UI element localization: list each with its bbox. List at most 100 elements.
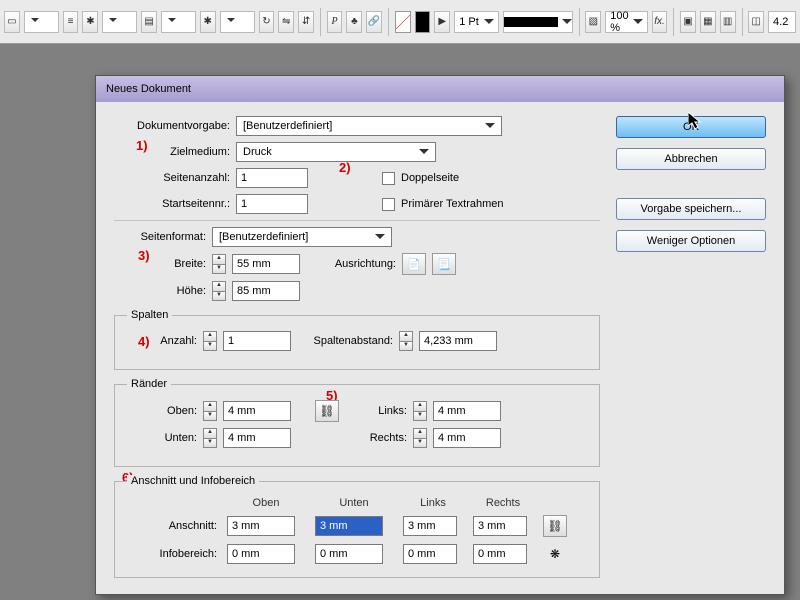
col-right: Rechts bbox=[473, 497, 533, 509]
textwrap3-icon[interactable]: ▥ bbox=[720, 11, 736, 33]
bleed-top-input[interactable]: 3 mm bbox=[227, 516, 295, 536]
label-slug: Infobereich: bbox=[127, 548, 217, 560]
bleed-left-input[interactable]: 3 mm bbox=[403, 516, 457, 536]
label-doc-preset: Dokumentvorgabe: bbox=[114, 120, 230, 132]
tool-icon[interactable]: ▭ bbox=[4, 11, 20, 33]
label-margin-bottom: Unten: bbox=[127, 432, 197, 444]
startpage-input[interactable]: 1 bbox=[236, 194, 308, 214]
colcount-value: 1 bbox=[228, 335, 234, 347]
width-value: 55 mm bbox=[237, 258, 271, 270]
width-spinner[interactable] bbox=[212, 254, 226, 274]
colcount-spinner[interactable] bbox=[203, 331, 217, 351]
label-pageformat: Seitenformat: bbox=[114, 231, 206, 243]
gutter-input[interactable]: 4,233 mm bbox=[419, 331, 497, 351]
label-pages: Seitenanzahl: bbox=[114, 172, 230, 184]
stroke-swatch[interactable] bbox=[415, 11, 431, 33]
label-primary-tf: Primärer Textrahmen bbox=[401, 198, 504, 210]
bleed-right-input[interactable]: 3 mm bbox=[473, 516, 527, 536]
orientation-landscape-button[interactable]: 📃 bbox=[432, 253, 456, 275]
ok-label: OK bbox=[683, 121, 699, 133]
facing-checkbox[interactable] bbox=[382, 172, 395, 185]
margins-legend: Ränder bbox=[127, 378, 171, 390]
slug-left-value: 0 mm bbox=[408, 548, 436, 560]
rotate-icon[interactable]: ↻ bbox=[259, 11, 275, 33]
cancel-button[interactable]: Abbrechen bbox=[616, 148, 766, 170]
height-input[interactable]: 85 mm bbox=[232, 281, 300, 301]
fewer-options-button[interactable]: Weniger Optionen bbox=[616, 230, 766, 252]
bleed-link-toggle[interactable]: ⛓ bbox=[543, 515, 567, 537]
option-picker[interactable] bbox=[220, 11, 255, 33]
stroke-style-preview bbox=[504, 17, 558, 27]
arrow-right-icon[interactable]: ▶ bbox=[434, 11, 450, 33]
para-icon[interactable]: P bbox=[327, 11, 343, 33]
align-icon[interactable]: ≡ bbox=[63, 11, 79, 33]
fewer-options-label: Weniger Optionen bbox=[647, 235, 735, 247]
option-picker[interactable] bbox=[102, 11, 137, 33]
chevron-down-icon bbox=[373, 230, 387, 244]
slug-top-input[interactable]: 0 mm bbox=[227, 544, 295, 564]
textwrap1-icon[interactable]: ▣ bbox=[680, 11, 696, 33]
grid-icon[interactable]: ▤ bbox=[141, 11, 157, 33]
bug-icon[interactable]: ✱ bbox=[82, 11, 98, 33]
textwrap2-icon[interactable]: ▦ bbox=[700, 11, 716, 33]
link-icon[interactable]: 🔗 bbox=[366, 11, 382, 33]
zoom-select[interactable]: 100 % bbox=[605, 11, 647, 33]
stroke-weight-select[interactable]: 1 Pt bbox=[454, 11, 499, 33]
save-preset-button[interactable]: Vorgabe speichern... bbox=[616, 198, 766, 220]
mright-spinner[interactable] bbox=[413, 428, 427, 448]
stroke-style-select[interactable] bbox=[503, 11, 573, 33]
toolbar-separator bbox=[579, 8, 580, 36]
mbottom-spinner[interactable] bbox=[203, 428, 217, 448]
annotation-1: 1) bbox=[136, 138, 148, 153]
label-width: Breite: bbox=[114, 258, 206, 270]
bleed-bottom-input[interactable]: 3 mm bbox=[315, 516, 383, 536]
bleed-legend: Anschnitt und Infobereich bbox=[127, 475, 259, 487]
pages-input[interactable]: 1 bbox=[236, 168, 308, 188]
toolbar-separator bbox=[742, 8, 743, 36]
bug2-icon[interactable]: ✱ bbox=[200, 11, 216, 33]
ok-button[interactable]: OK bbox=[616, 116, 766, 138]
width-input[interactable]: 55 mm bbox=[232, 254, 300, 274]
option-picker[interactable] bbox=[161, 11, 196, 33]
slug-link-toggle[interactable]: ❋ bbox=[543, 543, 567, 565]
tree-icon[interactable]: ♣ bbox=[346, 11, 362, 33]
fx-button[interactable]: fx. bbox=[652, 11, 668, 33]
toolbar-separator bbox=[388, 8, 389, 36]
crop-value[interactable]: 4.2 bbox=[768, 11, 796, 33]
slug-right-value: 0 mm bbox=[478, 548, 506, 560]
doc-preset-dropdown[interactable]: [Benutzerdefiniert] bbox=[236, 116, 502, 136]
flip-icon[interactable]: ⇋ bbox=[278, 11, 294, 33]
tool-picker[interactable] bbox=[24, 11, 59, 33]
chevron-down-icon bbox=[417, 145, 431, 159]
margins-link-toggle[interactable]: ⛓ bbox=[315, 400, 339, 422]
mleft-input[interactable]: 4 mm bbox=[433, 401, 501, 421]
gutter-value: 4,233 mm bbox=[424, 335, 473, 347]
slug-right-input[interactable]: 0 mm bbox=[473, 544, 527, 564]
label-gutter: Spaltenabstand: bbox=[297, 335, 393, 347]
fill-none-swatch[interactable] bbox=[395, 11, 411, 33]
mtop-value: 4 mm bbox=[228, 405, 256, 417]
mtop-input[interactable]: 4 mm bbox=[223, 401, 291, 421]
label-height: Höhe: bbox=[114, 285, 206, 297]
orientation-portrait-button[interactable]: 📄 bbox=[402, 253, 426, 275]
thumb-icon[interactable]: ▧ bbox=[585, 11, 601, 33]
transform-icon[interactable]: ◫ bbox=[748, 11, 764, 33]
mbottom-input[interactable]: 4 mm bbox=[223, 428, 291, 448]
slug-left-input[interactable]: 0 mm bbox=[403, 544, 457, 564]
bleed-bottom-value: 3 mm bbox=[320, 520, 348, 532]
pageformat-dropdown[interactable]: [Benutzerdefiniert] bbox=[212, 227, 392, 247]
chevron-down-icon bbox=[483, 119, 497, 133]
slug-bottom-input[interactable]: 0 mm bbox=[315, 544, 383, 564]
height-spinner[interactable] bbox=[212, 281, 226, 301]
intent-dropdown[interactable]: Druck bbox=[236, 142, 436, 162]
mleft-spinner[interactable] bbox=[413, 401, 427, 421]
doc-preset-value: [Benutzerdefiniert] bbox=[243, 120, 332, 132]
mtop-spinner[interactable] bbox=[203, 401, 217, 421]
flip2-icon[interactable]: ⇵ bbox=[298, 11, 314, 33]
crop-num: 4.2 bbox=[773, 16, 788, 28]
mright-input[interactable]: 4 mm bbox=[433, 428, 501, 448]
gutter-spinner[interactable] bbox=[399, 331, 413, 351]
colcount-input[interactable]: 1 bbox=[223, 331, 291, 351]
primary-textframe-checkbox[interactable] bbox=[382, 198, 395, 211]
intent-value: Druck bbox=[243, 146, 272, 158]
